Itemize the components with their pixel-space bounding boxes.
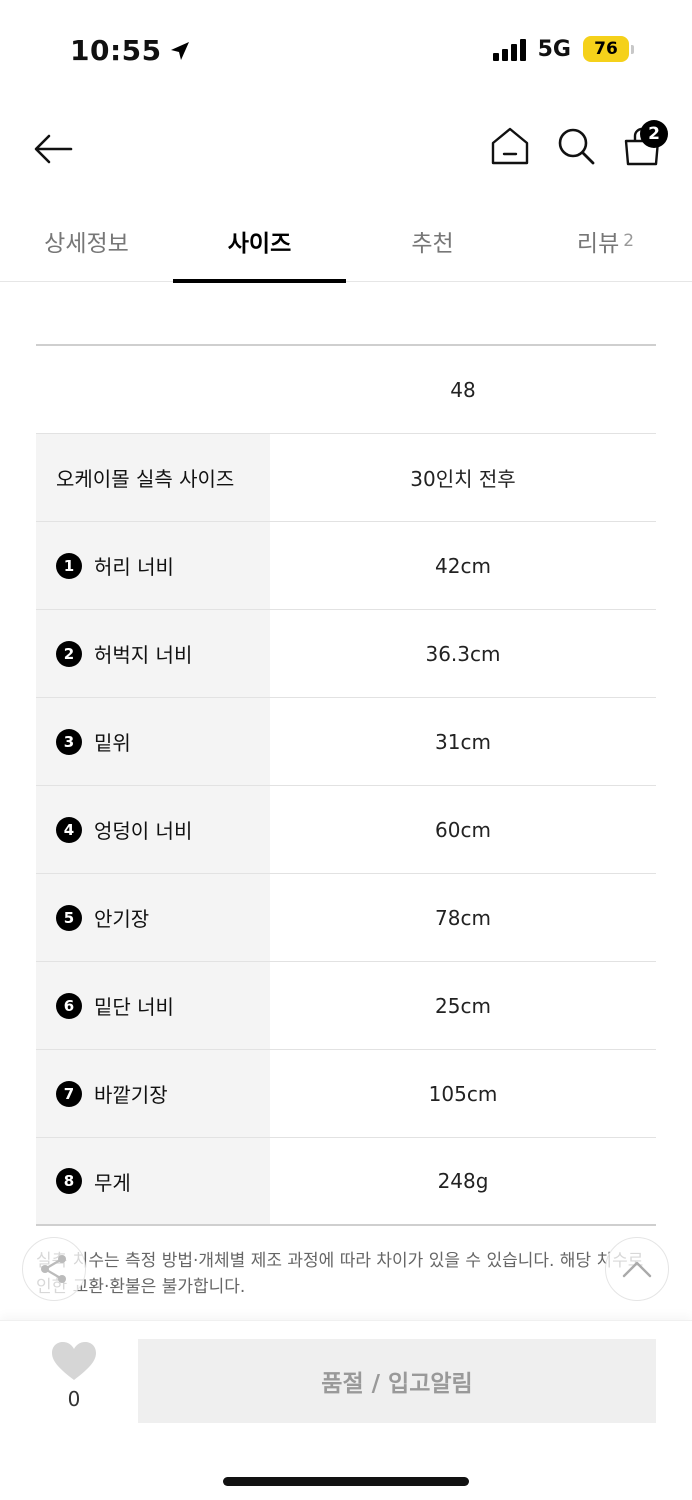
number-badge: 7: [56, 1080, 82, 1107]
battery-level: 76: [583, 36, 629, 62]
number-badge: 1: [56, 552, 82, 579]
tab-size[interactable]: 사이즈: [173, 200, 346, 283]
like-count: 0: [67, 1387, 81, 1411]
share-icon: [41, 1255, 66, 1283]
search-button[interactable]: [556, 124, 596, 168]
size-column-header: 48: [450, 377, 476, 402]
back-arrow-icon: [34, 134, 73, 164]
row-value: 30인치 전후: [410, 467, 516, 491]
row-label-text: 무게: [94, 1170, 131, 1195]
tab-details-label: 상세정보: [44, 231, 129, 257]
home-indicator: [223, 1477, 469, 1486]
back-button[interactable]: [30, 128, 76, 170]
tab-recommend-label: 추천: [411, 231, 454, 257]
status-time-text: 10:55: [70, 34, 162, 67]
cart-button[interactable]: 2: [622, 120, 668, 168]
row-label-text: 오케이몰 실측 사이즈: [56, 467, 235, 491]
row-label: 3 밑위: [36, 698, 270, 785]
number-badge: 3: [56, 728, 82, 755]
row-label: 1 허리 너비: [36, 522, 270, 609]
row-label-text: 밑위: [94, 731, 131, 755]
row-label-text: 바깥기장: [94, 1083, 168, 1107]
search-icon: [558, 128, 595, 165]
row-label-text: 밑단 너비: [94, 995, 174, 1019]
tab-reviews[interactable]: 리뷰 2: [519, 200, 692, 282]
table-row: 4 엉덩이 너비 60cm: [36, 786, 656, 874]
size-disclaimer: 실측 치수는 측정 방법·개체별 제조 과정에 따라 차이가 있을 수 있습니다…: [36, 1251, 644, 1297]
row-label: 8 무게: [36, 1138, 270, 1224]
row-label-text: 허리 너비: [94, 555, 174, 579]
scroll-top-button[interactable]: [605, 1237, 669, 1301]
row-label: 4 엉덩이 너비: [36, 786, 270, 873]
home-button[interactable]: [490, 124, 530, 168]
tab-size-label: 사이즈: [227, 231, 292, 257]
row-label-text: 허벅지 너비: [94, 643, 193, 667]
row-value: 42cm: [435, 553, 491, 578]
row-label: 7 바깥기장: [36, 1050, 270, 1137]
like-button[interactable]: 0: [48, 1341, 100, 1411]
table-row: 3 밑위 31cm: [36, 698, 656, 786]
number-badge: 8: [56, 1168, 82, 1194]
row-label: 6 밑단 너비: [36, 962, 270, 1049]
review-count: 2: [623, 231, 635, 251]
table-row: 6 밑단 너비 25cm: [36, 962, 656, 1050]
table-row: 8 무게 248g: [36, 1138, 656, 1226]
soldout-restock-alert-button[interactable]: 품절 / 입고알림: [138, 1339, 656, 1423]
row-label: 5 안기장: [36, 874, 270, 961]
table-row: 2 허벅지 너비 36.3cm: [36, 610, 656, 698]
row-value: 248g: [437, 1169, 489, 1193]
number-badge: 2: [56, 640, 82, 667]
table-row: 1 허리 너비 42cm: [36, 522, 656, 610]
row-value: 105cm: [428, 1081, 498, 1106]
size-table: 48 오케이몰 실측 사이즈 30인치 전후 1 허리 너비 42cm 2 허벅지 …: [36, 344, 656, 1226]
table-row: 7 바깥기장 105cm: [36, 1050, 656, 1138]
row-value: 31cm: [435, 729, 491, 754]
share-button[interactable]: [22, 1237, 86, 1301]
table-row: 오케이몰 실측 사이즈 30인치 전후: [36, 434, 656, 522]
product-tabs: 상세정보 사이즈 추천 리뷰 2: [0, 200, 692, 283]
row-label-text: 안기장: [94, 907, 150, 931]
network-type: 5G: [537, 36, 571, 62]
heart-icon: [52, 1342, 96, 1380]
number-badge: 5: [56, 904, 82, 931]
status-time: 10:55: [70, 34, 192, 67]
soldout-button-label: 품절 / 입고알림: [321, 1371, 473, 1397]
cart-count-badge: 2: [640, 120, 668, 148]
row-value: 25cm: [435, 993, 491, 1018]
tab-reviews-label: 리뷰: [576, 231, 620, 257]
status-indicators: 5G 76: [492, 36, 634, 62]
table-header-blank: [36, 346, 270, 433]
tab-details[interactable]: 상세정보: [0, 200, 173, 282]
table-row: 5 안기장 78cm: [36, 874, 656, 962]
chevron-up-icon: [622, 1261, 652, 1278]
table-header-row: 48: [36, 346, 656, 434]
number-badge: 6: [56, 992, 82, 1019]
row-value: 36.3cm: [425, 641, 501, 666]
bottom-action-bar: 0 품절 / 입고알림: [0, 1320, 692, 1500]
number-badge: 4: [56, 816, 82, 843]
row-label: 오케이몰 실측 사이즈: [36, 434, 270, 521]
row-value: 78cm: [435, 905, 491, 930]
status-bar: 10:55 5G 76: [0, 0, 692, 100]
row-label-text: 엉덩이 너비: [94, 819, 193, 843]
nav-header: 2: [0, 100, 692, 196]
location-arrow-icon: [170, 41, 189, 60]
row-label: 2 허벅지 너비: [36, 610, 270, 697]
signal-icon: [492, 37, 526, 61]
row-value: 60cm: [435, 817, 491, 842]
home-icon: [491, 127, 529, 165]
tab-recommend[interactable]: 추천: [346, 200, 519, 282]
battery-icon: 76: [583, 36, 634, 62]
